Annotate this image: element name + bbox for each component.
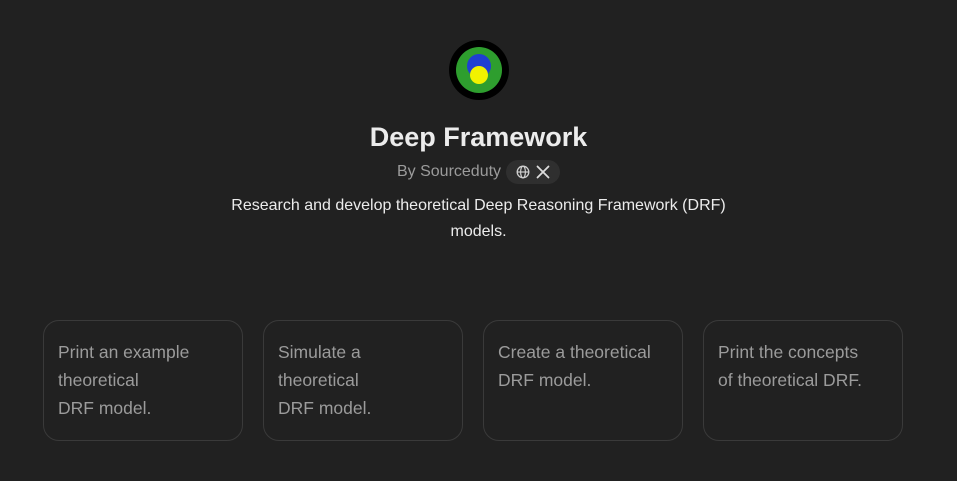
globe-icon[interactable] (516, 165, 530, 179)
gpt-logo-icon (449, 41, 508, 99)
conversation-starters: Print an example theoretical DRF model. … (43, 320, 903, 441)
gpt-avatar (448, 40, 509, 100)
gpt-title: Deep Framework (369, 122, 588, 152)
author-byline: By Sourceduty (396, 159, 561, 185)
author-name: Sourceduty (420, 163, 502, 180)
gpt-description: Research and develop theoretical Deep Re… (231, 197, 726, 240)
author-links (506, 160, 561, 184)
starter-card[interactable]: Create a theoretical DRF model. (483, 320, 683, 441)
starter-card[interactable]: Print an example theoretical DRF model. (43, 320, 243, 441)
x-logo-icon[interactable] (536, 165, 550, 179)
starter-card[interactable]: Print the concepts of theoretical DRF. (703, 320, 903, 441)
starter-card[interactable]: Simulate a theoretical DRF model. (263, 320, 463, 441)
author-prefix: By (396, 163, 416, 180)
gpt-header: Deep Framework By Sourceduty Research an… (0, 40, 957, 245)
